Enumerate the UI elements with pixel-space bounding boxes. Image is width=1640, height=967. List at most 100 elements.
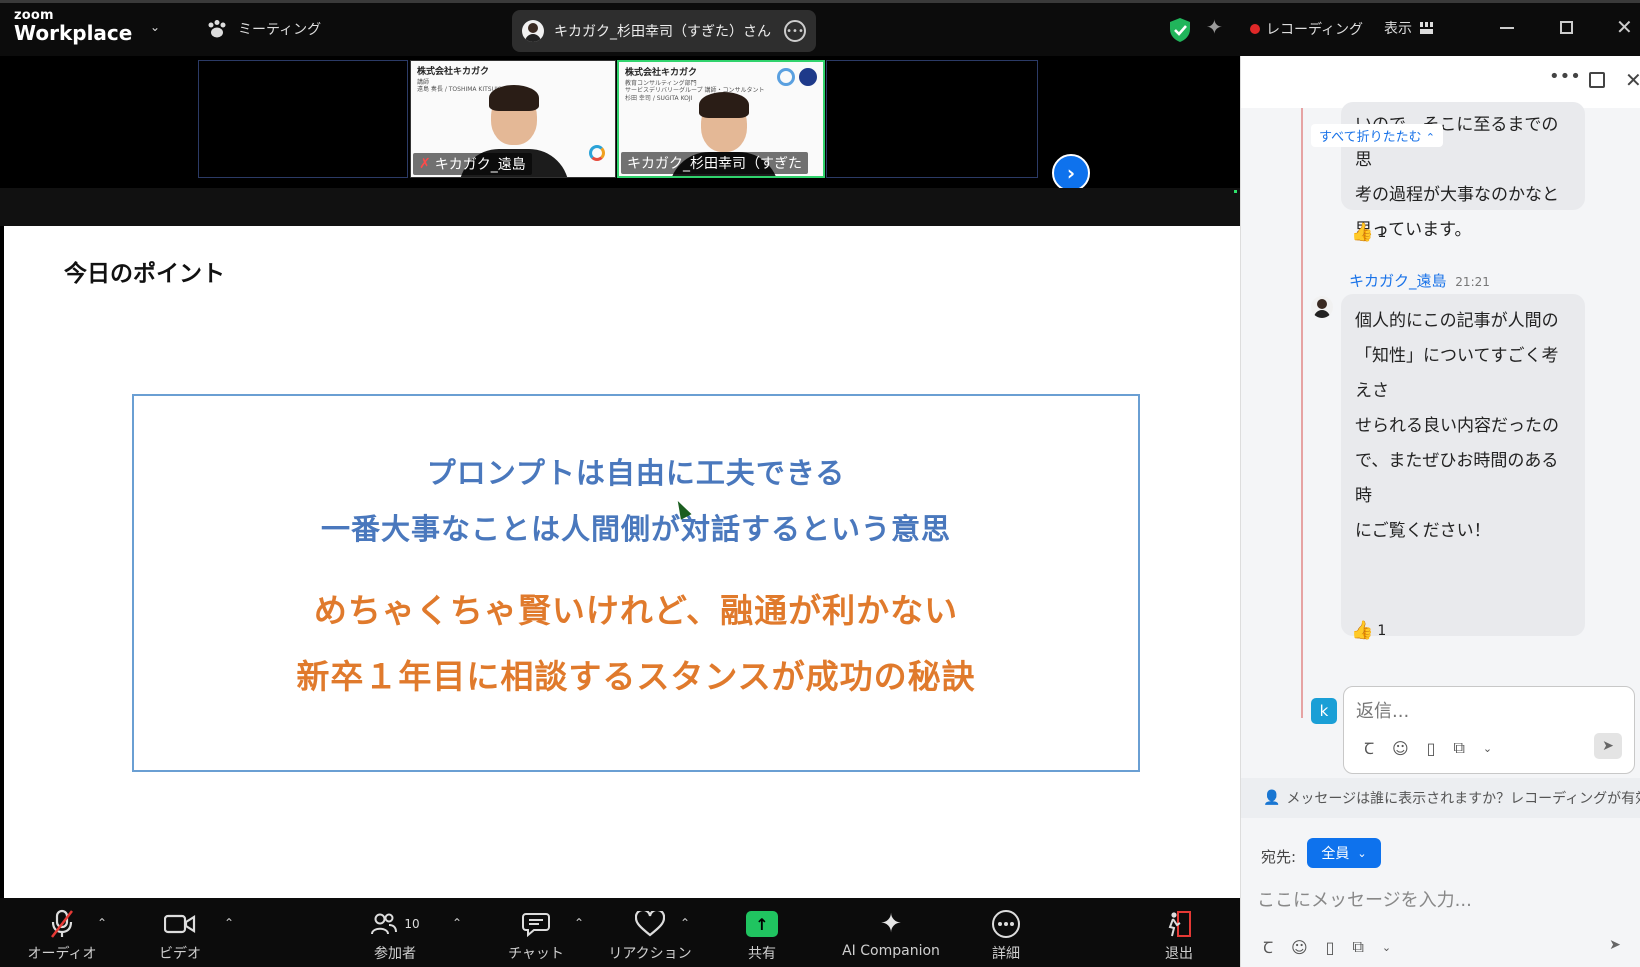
send-icon[interactable]: ➤: [1601, 932, 1629, 958]
title-bar: zoom Workplace ⌄ ミーティング キカガク_杉田幸司（すぎた）さん…: [0, 0, 1640, 56]
ai-companion-label: AI Companion: [842, 943, 940, 959]
recipient-value: 全員: [1321, 846, 1350, 862]
audio-caret-icon[interactable]: ⌃: [97, 916, 107, 930]
logo-big-text: Workplace: [14, 21, 133, 45]
window-close-icon[interactable]: ✕: [1616, 15, 1633, 39]
recipient-select[interactable]: 全員 ⌄: [1307, 838, 1381, 868]
participants-button[interactable]: 10 参加者: [360, 908, 430, 963]
message-line: 「知性」についてすごく考えさ: [1355, 346, 1559, 401]
notice-text: メッセージは誰に表示されますか？レコーディングが有効: [1286, 791, 1640, 807]
participant1-name: キカガク_遠島: [434, 157, 526, 173]
message-line: 考の過程が大事なのかなと: [1355, 185, 1559, 205]
slide-line-1: プロンプトは自由に工夫できる: [426, 456, 846, 490]
more-button[interactable]: 詳細: [986, 908, 1026, 963]
slide-content-box: プロンプトは自由に工夫できる 一番大事なことは人間側が対話するという意思 めちゃ…: [132, 394, 1140, 772]
thumbs-up-icon: 👍: [1351, 222, 1374, 243]
slide-line-3: めちゃくちゃ賢いけれど、融通が利かない: [313, 591, 959, 630]
text-format-icon[interactable]: Ꞇ: [1364, 737, 1374, 759]
chat-button[interactable]: チャット: [502, 908, 570, 963]
participant2-name: キカガク_杉田幸司（すぎた: [627, 156, 802, 172]
chat-message-bubble[interactable]: 個人的にこの記事が人間の 「知性」についてすごく考えさ せられる良い内容だったの…: [1341, 294, 1585, 636]
chat-bubble-icon: [502, 908, 570, 940]
participants-count: 10: [404, 917, 420, 931]
chevron-down-icon[interactable]: ⌄: [1483, 742, 1492, 755]
share-button[interactable]: ↑ 共有: [740, 908, 784, 963]
screenshot-icon[interactable]: ⧉: [1352, 937, 1363, 957]
sender-name[interactable]: キカガク_遠島: [1349, 272, 1447, 290]
more-horizontal-icon[interactable]: •••: [1549, 66, 1581, 87]
tile-romaji: 遠島 奏長 / TOSHIMA KITSUKI: [417, 86, 502, 94]
video-tile-empty[interactable]: [198, 60, 408, 178]
paw-icon: [208, 20, 226, 38]
shared-screen-slide[interactable]: 今日のポイント プロンプトは自由に工夫できる 一番大事なことは人間側が対話すると…: [4, 226, 1240, 898]
chevron-right-icon: ›: [1066, 161, 1076, 185]
pop-out-icon[interactable]: [1589, 72, 1605, 88]
visibility-notice[interactable]: 👤 メッセージは誰に表示されますか？レコーディングが有効: [1241, 778, 1640, 818]
collapse-all-link[interactable]: すべて折りたたむ ⌃: [1311, 124, 1443, 147]
my-avatar: k: [1311, 698, 1337, 724]
minimize-icon[interactable]: [1500, 27, 1514, 29]
video-tile-participant2-active[interactable]: 株式会社キカガク 教育コンサルティング部門 サービスデリバリーグループ 講師・コ…: [617, 60, 825, 178]
leave-button[interactable]: 退出: [1160, 908, 1198, 963]
security-shield-icon[interactable]: [1168, 17, 1192, 43]
ai-sparkle-icon[interactable]: ✦: [1206, 15, 1223, 39]
video-tile-participant1[interactable]: 株式会社キカガク 講師 遠島 奏長 / TOSHIMA KITSUKI ✗ キカ…: [410, 60, 616, 178]
video-tile-empty[interactable]: [826, 60, 1038, 178]
send-icon[interactable]: ➤: [1594, 733, 1622, 759]
file-icon[interactable]: ▯: [1427, 739, 1436, 758]
active-speaker-pill[interactable]: キカガク_杉田幸司（すぎた）さん •••: [512, 10, 816, 52]
view-label: 表示: [1384, 21, 1412, 37]
video-strip-footer: [0, 188, 1240, 226]
message-format-toolbar: Ꞇ ☺ ▯ ⧉ ⌄: [1263, 936, 1391, 958]
audio-button[interactable]: オーディオ: [26, 908, 98, 963]
recording-indicator[interactable]: レコーディング: [1250, 19, 1363, 39]
maximize-icon[interactable]: [1560, 21, 1573, 34]
google-badge-icon: [777, 68, 795, 86]
emoji-icon[interactable]: ☺: [1291, 938, 1308, 957]
avatar[interactable]: [1311, 296, 1333, 318]
meeting-menu[interactable]: ミーティング: [206, 19, 321, 39]
emoji-icon[interactable]: ☺: [1392, 739, 1409, 758]
video-camera-icon: [148, 908, 212, 940]
company-ring-logo-icon: [589, 145, 605, 161]
recording-label: レコーディング: [1266, 22, 1364, 38]
slide-line-4: 新卒１年目に相談するスタンスが成功の秘訣: [296, 657, 976, 696]
message-input[interactable]: ここにメッセージを入力...: [1257, 886, 1472, 912]
message-line: 個人的にこの記事が人間の: [1355, 311, 1559, 331]
muted-mic-icon: [26, 908, 98, 940]
person-visibility-icon: 👤: [1263, 790, 1281, 806]
view-menu[interactable]: 表示: [1384, 18, 1434, 38]
participants-caret-icon[interactable]: ⌃: [452, 916, 462, 930]
reaction-chip[interactable]: 👍 1: [1351, 222, 1386, 243]
video-label: ビデオ: [159, 946, 201, 962]
ai-companion-button[interactable]: ✦ AI Companion: [836, 908, 946, 959]
screenshot-icon[interactable]: ⧉: [1453, 738, 1464, 758]
reply-input[interactable]: 返信... Ꞇ ☺ ▯ ⧉ ⌄ ➤: [1343, 686, 1635, 774]
zoom-logo: zoom Workplace: [14, 9, 132, 43]
slide-title: 今日のポイント: [64, 261, 225, 287]
text-format-icon[interactable]: Ꞇ: [1263, 936, 1273, 958]
participants-label: 参加者: [374, 946, 416, 962]
reactions-caret-icon[interactable]: ⌃: [680, 916, 690, 930]
meeting-label: ミーティング: [238, 22, 322, 38]
chevron-down-icon[interactable]: ⌄: [150, 20, 160, 34]
next-page-button[interactable]: ›: [1052, 154, 1090, 192]
chat-caret-icon[interactable]: ⌃: [574, 916, 584, 930]
participants-icon: 10: [360, 908, 430, 940]
video-button[interactable]: ビデオ: [148, 908, 212, 963]
reaction-chip[interactable]: 👍 1: [1351, 620, 1386, 641]
ai-sparkle-icon: ✦: [880, 909, 902, 939]
thumbs-up-icon: 👍: [1351, 620, 1374, 641]
reaction-count: 1: [1377, 224, 1387, 241]
recording-dot-icon: [1250, 24, 1260, 34]
reactions-label: リアクション: [608, 946, 692, 962]
message-line: で、またぜひお時間のある時: [1355, 451, 1559, 506]
chevron-up-icon: ⌃: [1425, 131, 1435, 144]
file-icon[interactable]: ▯: [1326, 938, 1335, 957]
chat-message-bubble[interactable]: いので、そこに至るまでの思 考の過程が大事なのかなと 思っています。: [1341, 102, 1585, 240]
more-options-icon[interactable]: •••: [784, 20, 806, 42]
message-sender: キカガク_遠島 21:21: [1349, 270, 1490, 291]
video-caret-icon[interactable]: ⌃: [224, 916, 234, 930]
close-icon[interactable]: ✕: [1625, 68, 1640, 92]
chevron-down-icon[interactable]: ⌄: [1382, 941, 1391, 954]
